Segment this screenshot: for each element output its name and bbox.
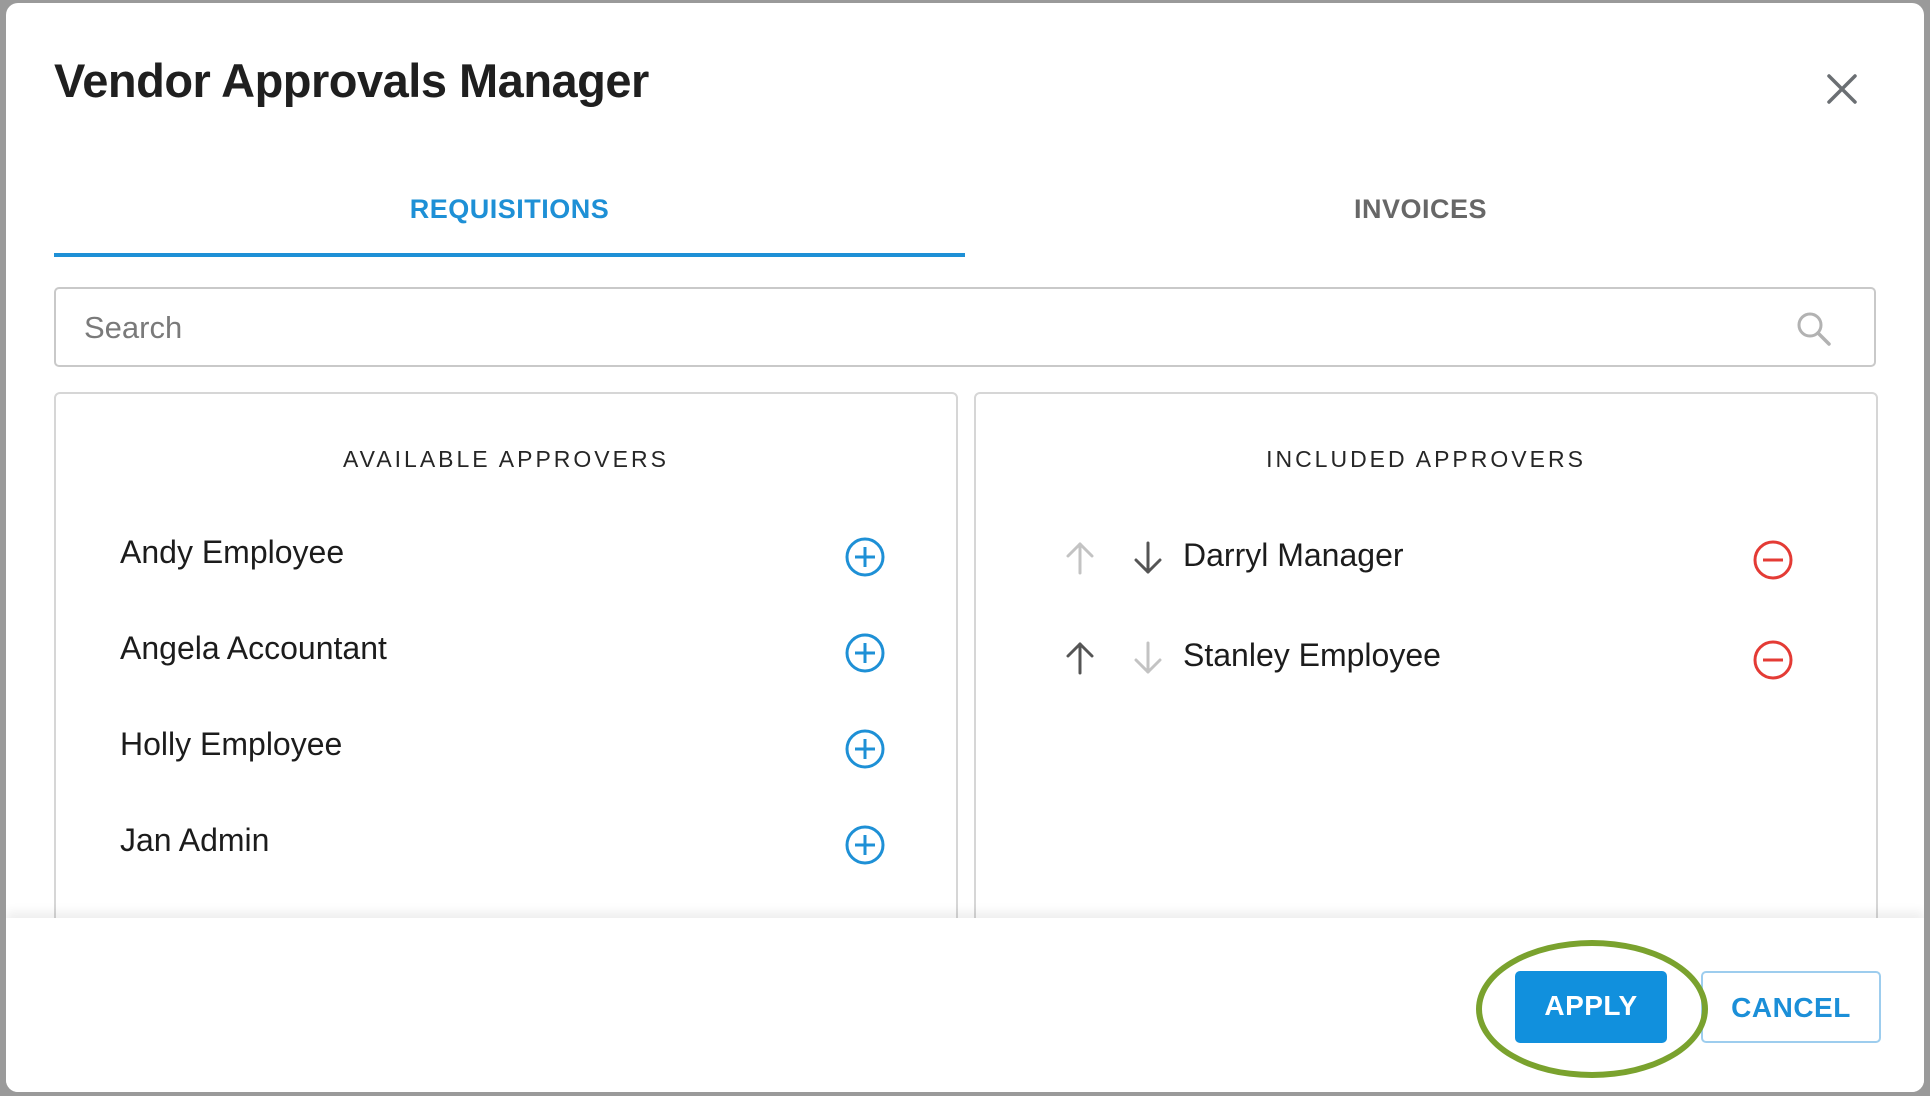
list-item: Holly Employee [56,716,956,776]
list-item: Angela Accountant [56,620,956,680]
search-input[interactable] [82,303,1786,353]
minus-circle-icon [1753,540,1793,580]
vendor-approvals-dialog: Vendor Approvals Manager REQUISITIONS IN… [6,3,1924,1092]
move-up-button[interactable] [1062,539,1098,582]
plus-circle-icon [845,537,885,577]
available-approvers-title: AVAILABLE APPROVERS [343,446,669,472]
plus-circle-icon [845,729,885,769]
close-button[interactable] [1820,67,1864,111]
search-icon[interactable] [1794,309,1834,349]
cancel-button[interactable]: CANCEL [1701,971,1881,1043]
remove-approver-button[interactable] [1752,539,1794,586]
approver-name: Jan Admin [120,822,270,858]
add-approver-button[interactable] [844,824,886,871]
add-approver-button[interactable] [844,728,886,775]
search-box [54,287,1876,367]
arrow-up-icon [1066,642,1094,675]
list-item: Andy Employee [56,524,956,584]
list-item: Jan Admin [56,812,956,872]
approver-name: Angela Accountant [120,630,387,666]
add-approver-button[interactable] [844,536,886,583]
add-approver-button[interactable] [844,632,886,679]
move-down-button[interactable] [1130,639,1166,682]
move-down-button[interactable] [1130,539,1166,582]
plus-circle-icon [845,633,885,673]
move-up-button[interactable] [1062,639,1098,682]
dialog-title: Vendor Approvals Manager [54,54,649,107]
apply-button[interactable]: APPLY [1515,971,1667,1043]
list-item: Darryl Manager [976,527,1876,587]
plus-circle-icon [845,825,885,865]
remove-approver-button[interactable] [1752,639,1794,686]
approver-name: Andy Employee [120,534,345,570]
tab-invoices[interactable]: INVOICES [965,183,1876,253]
close-icon [1827,74,1857,104]
included-approvers-title: INCLUDED APPROVERS [1266,446,1586,472]
dialog-footer: APPLY CANCEL [6,918,1924,1092]
arrow-down-icon [1134,641,1162,674]
minus-circle-icon [1753,640,1793,680]
tab-requisitions[interactable]: REQUISITIONS [54,183,965,257]
arrow-down-icon [1134,541,1162,574]
approver-name: Stanley Employee [1183,637,1441,673]
list-item: Stanley Employee [976,627,1876,687]
arrow-up-icon [1066,542,1094,575]
approver-name: Holly Employee [120,726,343,762]
tab-bar: REQUISITIONS INVOICES [54,183,1876,257]
approver-name: Darryl Manager [1183,537,1404,573]
